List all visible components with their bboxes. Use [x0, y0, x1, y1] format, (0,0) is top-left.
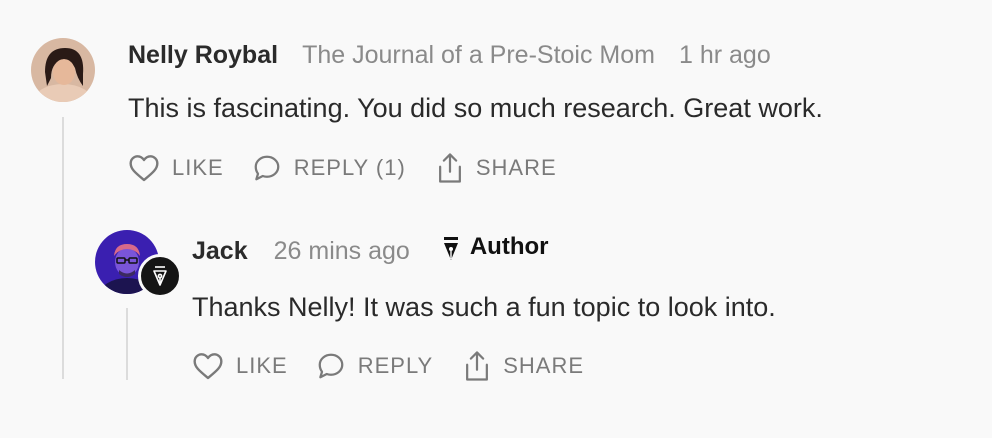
author-role-label: Author: [469, 233, 549, 260]
share-label: SHARE: [503, 353, 585, 378]
jack-thread-line: [126, 308, 128, 380]
comment-timestamp[interactable]: 26 mins ago: [274, 237, 410, 266]
heart-icon: [193, 353, 223, 380]
pen-nib-icon: [443, 237, 458, 260]
speech-bubble-icon: [254, 155, 280, 181]
comment-author-name[interactable]: Nelly Roybal: [128, 41, 278, 70]
nelly-thread-line: [62, 117, 64, 379]
author-badge-icon: [138, 254, 182, 298]
comment-publication[interactable]: The Journal of a Pre-Stoic Mom: [302, 41, 655, 70]
comment-body: This is fascinating. You did so much res…: [128, 93, 823, 123]
jack-meta: Jack 26 mins ago Author: [192, 233, 548, 266]
comment-author-name[interactable]: Jack: [192, 237, 248, 266]
comment-body: Thanks Nelly! It was such a fun topic to…: [192, 292, 776, 322]
nelly-avatar[interactable]: [31, 38, 95, 102]
comment-timestamp[interactable]: 1 hr ago: [679, 41, 771, 70]
jack-actions: LIKE REPLY SHARE: [192, 350, 584, 382]
share-label: SHARE: [475, 155, 557, 180]
share-icon: [466, 351, 489, 381]
heart-icon: [129, 155, 159, 182]
author-role-badge: Author: [442, 233, 549, 261]
nelly-meta: Nelly Roybal The Journal of a Pre-Stoic …: [128, 41, 771, 70]
like-button[interactable]: LIKE: [128, 153, 224, 183]
reply-label: REPLY (1): [293, 155, 406, 180]
reply-label: REPLY: [357, 353, 434, 378]
share-button[interactable]: SHARE: [463, 350, 584, 382]
reply-button[interactable]: REPLY (1): [252, 153, 406, 183]
share-icon: [438, 153, 461, 183]
nelly-actions: LIKE REPLY (1) SHARE: [128, 152, 557, 184]
reply-button[interactable]: REPLY: [316, 351, 434, 381]
share-button[interactable]: SHARE: [436, 152, 557, 184]
speech-bubble-icon: [318, 353, 344, 379]
like-button[interactable]: LIKE: [192, 351, 288, 381]
like-label: LIKE: [172, 155, 224, 180]
like-label: LIKE: [236, 353, 288, 378]
